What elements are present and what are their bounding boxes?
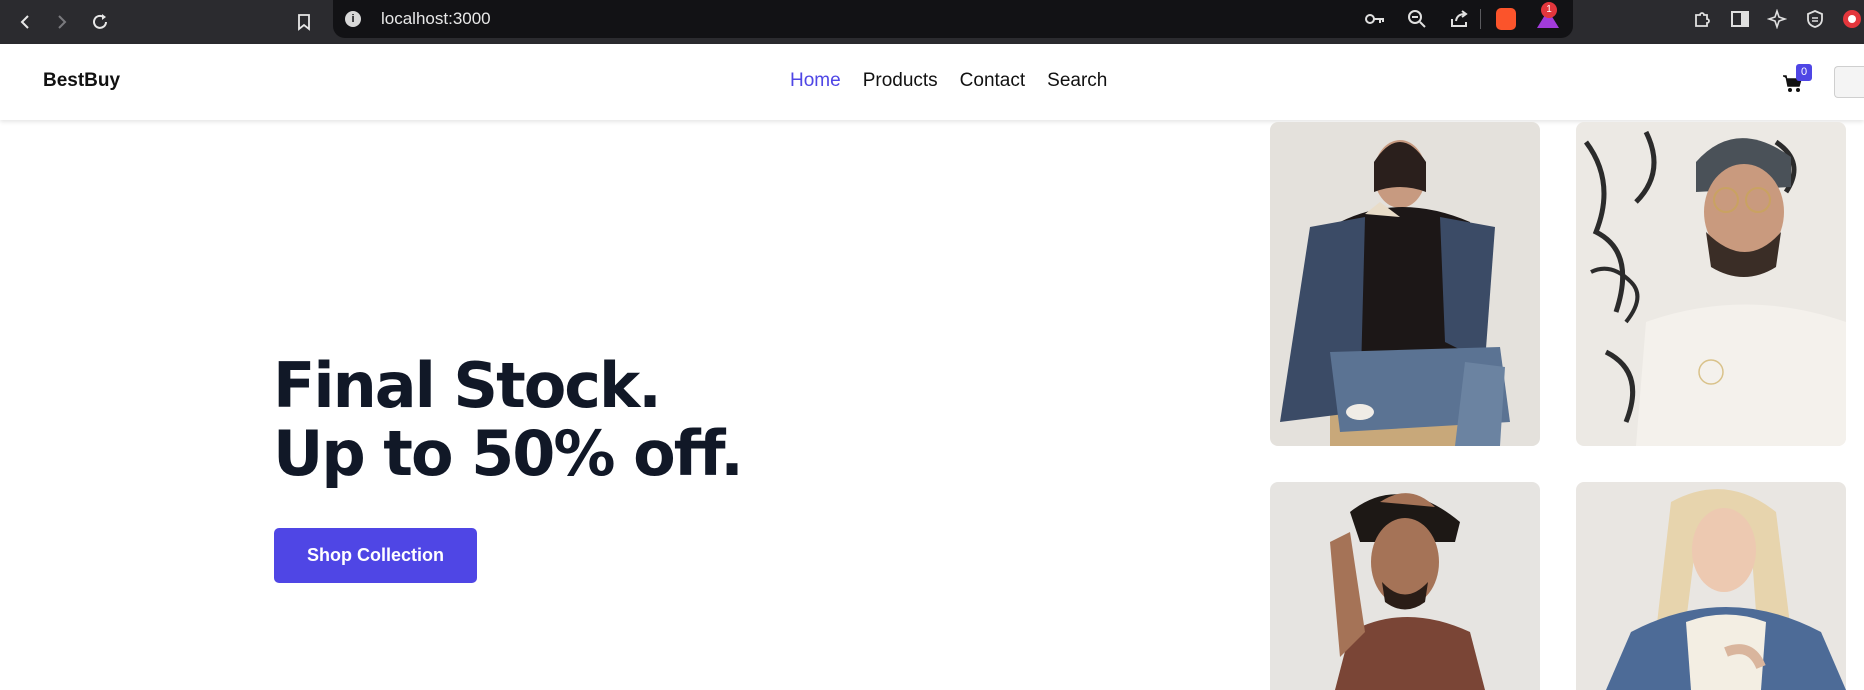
rewards-badge: 1 bbox=[1541, 2, 1557, 18]
back-icon[interactable] bbox=[12, 8, 40, 36]
avatar[interactable] bbox=[1834, 66, 1864, 98]
site-info-icon[interactable]: i bbox=[345, 11, 361, 27]
nav-home[interactable]: Home bbox=[790, 70, 841, 92]
sidebar-icon[interactable] bbox=[1728, 7, 1752, 31]
nav-contact[interactable]: Contact bbox=[960, 70, 1025, 92]
address-bar[interactable]: i localhost:3000 bbox=[333, 0, 1573, 38]
hero-line-1: Final Stock. bbox=[273, 349, 662, 422]
hero-line-2: Up to 50% off. bbox=[273, 417, 744, 490]
woman-denim-jacket-photo[interactable] bbox=[1270, 122, 1540, 446]
cart-button[interactable]: 0 bbox=[1780, 64, 1814, 98]
reload-icon[interactable] bbox=[86, 8, 114, 36]
woman-blonde-denim-photo[interactable] bbox=[1576, 482, 1846, 690]
bookmark-icon[interactable] bbox=[290, 8, 318, 36]
zoom-out-icon[interactable] bbox=[1405, 7, 1429, 31]
leo-icon[interactable] bbox=[1765, 7, 1789, 31]
browser-toolbar: i localhost:3000 1 bbox=[0, 0, 1864, 44]
man-beanie-white-tee-photo[interactable] bbox=[1576, 122, 1846, 446]
profile-icon[interactable] bbox=[1840, 7, 1864, 31]
man-brown-tee-photo[interactable] bbox=[1270, 482, 1540, 690]
toolbar-divider bbox=[1480, 9, 1481, 29]
main-nav: Home Products Contact Search bbox=[790, 70, 1107, 92]
nav-search[interactable]: Search bbox=[1047, 70, 1107, 92]
shop-collection-button[interactable]: Shop Collection bbox=[274, 528, 477, 583]
share-icon[interactable] bbox=[1447, 7, 1471, 31]
extensions-icon[interactable] bbox=[1690, 7, 1714, 31]
vpn-icon[interactable] bbox=[1803, 7, 1827, 31]
key-icon[interactable] bbox=[1363, 7, 1387, 31]
nav-products[interactable]: Products bbox=[863, 70, 938, 92]
cart-count-badge: 0 bbox=[1796, 64, 1812, 81]
hero-heading: Final Stock. Up to 50% off. bbox=[273, 349, 744, 490]
url-text[interactable]: localhost:3000 bbox=[381, 9, 491, 29]
site-header: BestBuy Home Products Contact Search 0 bbox=[0, 44, 1864, 120]
forward-icon[interactable] bbox=[47, 8, 75, 36]
site-logo[interactable]: BestBuy bbox=[43, 70, 120, 92]
brave-shields-icon[interactable] bbox=[1496, 8, 1516, 30]
